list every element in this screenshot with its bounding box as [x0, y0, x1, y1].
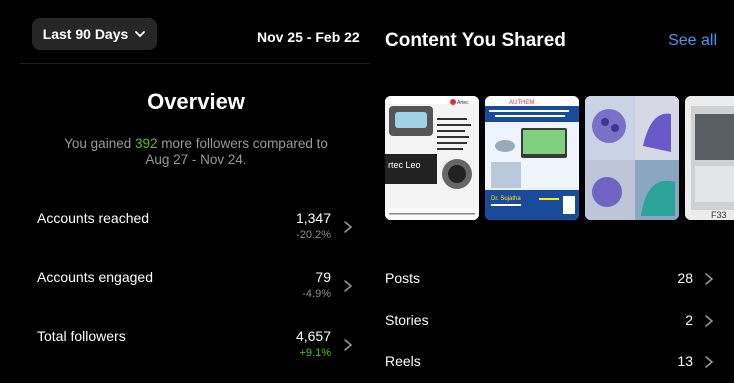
- post-thumbnail[interactable]: AUTHEM Dr. Sujatha: [485, 96, 579, 220]
- svg-text:Artec: Artec: [457, 100, 469, 106]
- insights-panel: Last 90 Days Nov 25 - Feb 22 Overview Yo…: [0, 0, 370, 383]
- metric-label: Total followers: [37, 328, 126, 344]
- chevron-right-icon: [705, 273, 714, 285]
- chevron-right-icon: [705, 315, 714, 327]
- content-shared-title: Content You Shared: [385, 30, 566, 51]
- row-posts[interactable]: Posts 28: [385, 270, 717, 292]
- metric-accounts-engaged[interactable]: Accounts engaged 79 -4.9%: [37, 269, 367, 309]
- row-count: 28: [677, 270, 693, 286]
- post-thumbnail[interactable]: Artec rtec Leo: [385, 96, 479, 220]
- metric-value: 1,347: [295, 210, 331, 226]
- overview-title: Overview: [147, 89, 245, 114]
- followers-gained-text: You gained 392 more followers compared t…: [64, 136, 328, 167]
- content-shared-panel: Content You Shared See all Artec rtec Le…: [370, 0, 734, 383]
- date-range-label: Last 90 Days: [42, 26, 129, 42]
- svg-text:F33: F33: [711, 210, 727, 220]
- row-reels[interactable]: Reels 13: [385, 353, 717, 375]
- chevron-right-icon: [344, 221, 353, 233]
- metric-change: -4.9%: [302, 288, 331, 300]
- metric-value: 4,657: [295, 328, 331, 344]
- row-label: Reels: [385, 353, 421, 369]
- svg-text:rtec Leo: rtec Leo: [388, 160, 421, 170]
- post-thumbnail[interactable]: [585, 96, 679, 220]
- row-count: 13: [677, 353, 693, 369]
- chevron-right-icon: [344, 280, 353, 292]
- metric-label: Accounts reached: [37, 210, 150, 226]
- gained-count: 392: [134, 136, 158, 151]
- svg-text:AUTHEM: AUTHEM: [509, 100, 534, 106]
- metric-change: +9.1%: [299, 347, 332, 359]
- post-thumbnail[interactable]: F33: [685, 96, 734, 220]
- metric-accounts-reached[interactable]: Accounts reached 1,347 -20.2%: [37, 210, 367, 250]
- see-all-link[interactable]: See all: [668, 32, 717, 50]
- header-divider: [20, 63, 370, 64]
- chevron-right-icon: [705, 356, 714, 368]
- row-count: 2: [685, 312, 693, 328]
- row-stories[interactable]: Stories 2: [385, 312, 717, 334]
- prints-post-image: [585, 96, 679, 220]
- metric-value: 79: [315, 269, 331, 285]
- row-label: Stories: [385, 312, 429, 328]
- chevron-right-icon: [344, 339, 353, 351]
- machine-post-image: F33: [685, 96, 734, 220]
- svg-text:Dr. Sujatha: Dr. Sujatha: [491, 196, 521, 202]
- metric-change: -20.2%: [296, 229, 331, 241]
- date-range-dropdown[interactable]: Last 90 Days: [32, 18, 157, 50]
- scanner-post-image: Artec rtec Leo: [385, 96, 479, 220]
- metric-total-followers[interactable]: Total followers 4,657 +9.1%: [37, 328, 367, 368]
- chevron-down-icon: [135, 31, 146, 38]
- webinar-post-image: AUTHEM Dr. Sujatha: [485, 96, 579, 220]
- metric-label: Accounts engaged: [37, 269, 153, 285]
- date-range-text: Nov 25 - Feb 22: [257, 29, 360, 45]
- row-label: Posts: [385, 270, 421, 286]
